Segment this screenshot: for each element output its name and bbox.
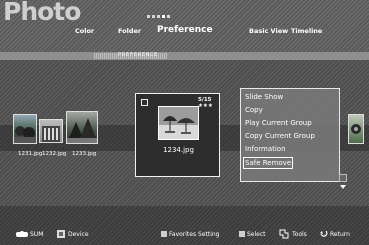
menu-folder[interactable]: Folder [118,27,141,35]
favorites-button-icon [161,231,167,237]
photo-browser-screen: Photo Color Folder Preference Basic View… [0,0,369,245]
page-dot [152,15,155,18]
select-checkbox[interactable] [141,99,148,106]
menu-preference[interactable]: Preference [157,25,213,35]
sum-label[interactable]: SUM [30,231,43,238]
menu-item-information[interactable]: Information [245,145,286,153]
flower-icon [351,124,361,134]
title-bar: Photo Color Folder Preference Basic View… [0,0,369,52]
thumbnail-label: 1232.jpg [42,151,67,157]
sort-bar: PREFERENCE [0,52,369,60]
tools-label[interactable]: Tools [292,231,307,238]
trees-icon [67,118,97,143]
menu-item-play-current-group[interactable]: Play Current Group [245,119,312,127]
return-label[interactable]: Return [330,231,350,238]
photo-position-rating: 5/15 ★★★ [198,97,219,109]
thumbnail-1233[interactable] [66,111,98,144]
main-area: 1231.jpg 1232.jpg 1233.jpg 5/15 ★★★ 1234… [0,60,369,206]
favorites-setting-label[interactable]: Favorites Setting [169,231,220,238]
chevron-down-icon [340,185,346,189]
thumbnail-1232[interactable] [39,119,63,143]
beach-umbrella-icon [159,107,198,139]
page-dot-active [162,15,165,18]
thumbnail-1231[interactable] [13,114,37,144]
page-indicator [147,15,170,18]
thumbnail-next[interactable] [348,114,364,144]
featured-photo [158,106,199,140]
sort-label: PREFERENCE [118,52,159,58]
device-label[interactable]: Device [68,231,89,238]
page-dot [157,15,160,18]
return-icon [320,230,328,237]
selected-photo-card[interactable]: 5/15 ★★★ 1234.jpg [135,93,220,177]
app-title: Photo [3,0,81,26]
tools-icon [279,229,289,239]
thumbnail-label: 1231.jpg [18,151,43,157]
tools-context-menu: Slide Show Copy Play Current Group Copy … [240,88,340,182]
page-dot [147,15,150,18]
menu-item-slide-show[interactable]: Slide Show [245,93,283,101]
building-icon [42,126,60,142]
select-button-icon [239,231,245,237]
footer-bar: SUM Device Favorites Setting Select Tool… [0,206,369,245]
menu-item-copy-current-group[interactable]: Copy Current Group [245,132,315,140]
menu-basic-view[interactable]: Basic View [249,27,288,35]
device-icon [57,230,65,238]
landscape-icon [14,126,36,143]
menu-color[interactable]: Color [75,27,94,35]
sum-icon [16,231,28,237]
page-dot [167,15,170,18]
select-label[interactable]: Select [247,231,266,238]
menu-item-safe-remove[interactable]: Safe Remove [242,157,294,169]
scroll-down-arrow[interactable] [339,174,347,189]
thumbnail-label: 1233.jpg [72,151,97,157]
menu-timeline[interactable]: Timeline [291,27,322,35]
rating-stars: ★★★ [198,103,213,109]
menu-item-copy[interactable]: Copy [245,106,263,114]
featured-photo-label: 1234.jpg [163,146,194,154]
